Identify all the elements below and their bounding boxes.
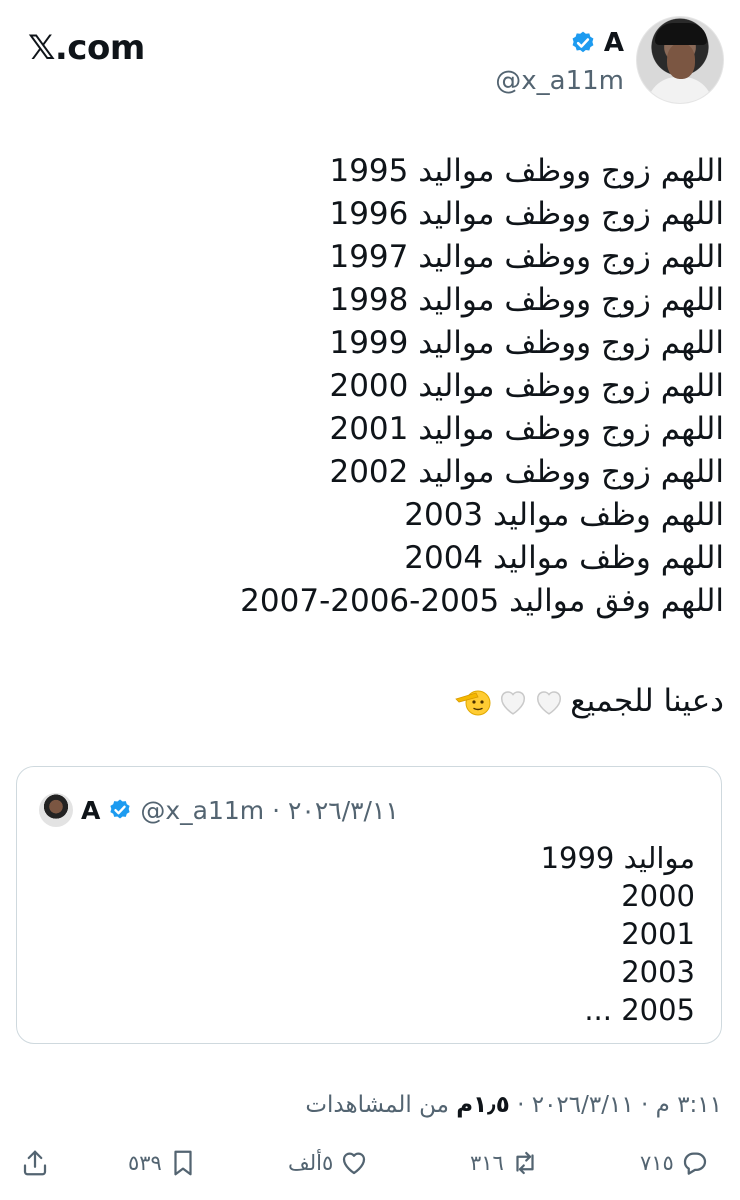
quoted-line: 2001 (621, 917, 695, 951)
verified-badge-icon (572, 31, 594, 53)
quoted-author-name: A (81, 795, 101, 825)
reply-icon (683, 1152, 706, 1175)
author-name[interactable]: A (604, 28, 624, 58)
timestamp-text: ٣:١١ م · ٢٠٢٦/٣/١١ · (509, 1092, 722, 1118)
reply-button[interactable]: ٧١٥ (640, 1148, 710, 1178)
reply-count: ٧١٥ (640, 1151, 674, 1175)
white-heart-icon (537, 690, 562, 715)
quoted-author-avatar (39, 793, 73, 827)
repost-button[interactable]: ٣١٦ (470, 1148, 540, 1178)
quoted-handle-date: @x_a11m · ٢٠٢٦/٣/١١ (140, 795, 399, 825)
tweet-line: اللهم زوج ووظف مواليد 1999 (329, 325, 724, 361)
tweet-line: اللهم زوج ووظف مواليد 2002 (329, 454, 724, 490)
author-row: A (570, 28, 624, 58)
bookmark-icon (174, 1150, 192, 1176)
quoted-line: مواليد 1999 (540, 841, 695, 875)
x-logo[interactable]: 𝕏.com (28, 28, 145, 68)
quoted-tweet[interactable]: A @x_a11m · ٢٠٢٦/٣/١١ مواليد 1999 2000 2… (16, 766, 722, 1044)
tweet-line: اللهم زوج ووظف مواليد 1995 (329, 153, 724, 189)
tweet-line: اللهم وظف مواليد 2004 (404, 540, 724, 576)
tweet-timestamp[interactable]: ٣:١١ م · ٢٠٢٦/٣/١١ · ١٫٥م من المشاهدات (305, 1092, 722, 1118)
action-bar: ٥٣٩ ٥ألف ٣١٦ ٧١٥ (0, 1148, 740, 1192)
avatar-face (667, 43, 695, 79)
views-label: من المشاهدات (305, 1092, 457, 1118)
tweet-closing: دعينا للجميع (454, 680, 724, 723)
avatar-shirt (647, 77, 713, 103)
tweet-line: اللهم زوج ووظف مواليد 1996 (329, 196, 724, 232)
verified-badge-icon (110, 799, 130, 819)
quoted-tweet-text: مواليد 1999 2000 2001 2003 2005 ... (541, 839, 695, 1029)
saluting-face-icon (455, 690, 491, 715)
bookmark-button[interactable]: ٥٣٩ (128, 1148, 198, 1178)
like-count: ٥ألف (288, 1151, 334, 1175)
tweet-line: اللهم وظف مواليد 2003 (404, 497, 724, 533)
author-handle[interactable]: @x_a11m (495, 66, 624, 96)
bookmark-count: ٥٣٩ (128, 1151, 162, 1175)
quoted-line: 2005 ... (584, 993, 695, 1027)
views-count: ١٫٥م (456, 1092, 510, 1118)
white-heart-icon (501, 690, 526, 715)
heart-icon (343, 1152, 366, 1175)
repost-icon (516, 1151, 534, 1175)
tweet-line: اللهم زوج ووظف مواليد 1997 (329, 239, 724, 275)
quoted-line: 2000 (621, 879, 695, 913)
like-button[interactable]: ٥ألف (288, 1148, 369, 1178)
tweet-text: اللهم زوج ووظف مواليد 1995 اللهم زوج ووظ… (24, 150, 724, 623)
quoted-line: 2003 (621, 955, 695, 989)
share-button[interactable] (20, 1148, 50, 1178)
share-icon (23, 1150, 47, 1176)
avatar-cap (655, 23, 707, 45)
prayer-text: دعينا للجميع (570, 683, 724, 719)
tweet-line: اللهم وفق مواليد 2005-2006-2007 (240, 583, 724, 619)
tweet-line: اللهم زوج ووظف مواليد 2001 (329, 411, 724, 447)
quoted-tweet-header: A @x_a11m · ٢٠٢٦/٣/١١ (39, 793, 399, 827)
tweet-line: اللهم زوج ووظف مواليد 2000 (329, 368, 724, 404)
repost-count: ٣١٦ (470, 1151, 504, 1175)
tweet-line: اللهم زوج ووظف مواليد 1998 (329, 282, 724, 318)
author-avatar[interactable] (636, 16, 724, 104)
